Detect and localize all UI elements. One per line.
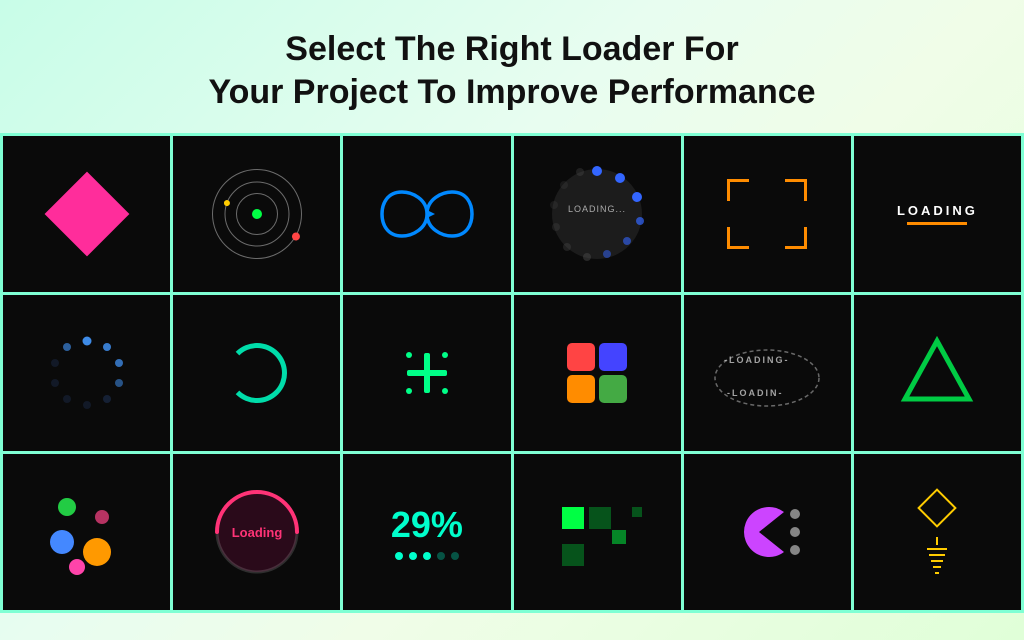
- triangle-loader: [897, 331, 977, 416]
- infinity-loader: [377, 184, 477, 244]
- loader-cell-15[interactable]: 29%: [343, 454, 510, 610]
- percent-dot-3: [423, 552, 431, 560]
- loader-cell-7[interactable]: [3, 295, 170, 451]
- loader-cell-17[interactable]: [684, 454, 851, 610]
- loader-cell-6[interactable]: LOADING: [854, 136, 1021, 292]
- loader-cell-16[interactable]: [514, 454, 681, 610]
- percent-dot-5: [451, 552, 459, 560]
- page-title: Select The Right Loader For Your Project…: [20, 28, 1004, 113]
- loader-cell-9[interactable]: [343, 295, 510, 451]
- green-blocks-loader: [557, 502, 637, 562]
- teal-ring-loader: [227, 343, 287, 403]
- circular-dots-loader: LOADING...: [542, 159, 652, 269]
- loader-cell-5[interactable]: [684, 136, 851, 292]
- sparkle-loader: [387, 333, 467, 413]
- svg-text:LOADING...: LOADING...: [568, 204, 626, 214]
- scattered-dots-loader: [47, 487, 127, 577]
- percent-dots: [391, 552, 463, 560]
- orbit-loader: [207, 164, 307, 264]
- svg-text:-LOADING-: -LOADING-: [724, 355, 790, 365]
- loader-cell-3[interactable]: [343, 136, 510, 292]
- loading-text-loader: LOADING: [897, 203, 978, 225]
- svg-text:Loading: Loading: [231, 525, 282, 540]
- header: Select The Right Loader For Your Project…: [0, 0, 1024, 133]
- loader-grid: LOADING... LOADING: [0, 133, 1024, 613]
- color-cross-loader: [552, 328, 642, 418]
- brackets-loader: [727, 179, 807, 249]
- ghost-dot-3: [790, 545, 800, 555]
- gem-loader: [902, 487, 972, 577]
- loader-cell-1[interactable]: [3, 136, 170, 292]
- pacman-loader: [734, 507, 800, 557]
- orbit-center-dot: [252, 209, 262, 219]
- svg-text:-LOADIN-: -LOADIN-: [727, 388, 784, 398]
- percent-value: 29%: [391, 504, 463, 546]
- loader-cell-14[interactable]: Loading: [173, 454, 340, 610]
- loader-cell-12[interactable]: [854, 295, 1021, 451]
- oval-text-loader: -LOADING- -LOADIN-: [712, 328, 822, 418]
- bracket-br: [785, 227, 807, 249]
- loader-cell-18[interactable]: [854, 454, 1021, 610]
- loader-cell-4[interactable]: LOADING...: [514, 136, 681, 292]
- loader-cell-8[interactable]: [173, 295, 340, 451]
- percent-dot-4: [437, 552, 445, 560]
- loader-cell-2[interactable]: [173, 136, 340, 292]
- bracket-bl: [727, 227, 749, 249]
- dot-ring-loader: [47, 333, 127, 413]
- ghost-dot-2: [790, 527, 800, 537]
- loading-label: LOADING: [897, 203, 978, 218]
- percent-loader: 29%: [391, 504, 463, 560]
- loader-cell-11[interactable]: -LOADING- -LOADIN-: [684, 295, 851, 451]
- loader-cell-13[interactable]: [3, 454, 170, 610]
- bracket-tl: [727, 179, 749, 201]
- percent-dot-1: [395, 552, 403, 560]
- loader-cell-10[interactable]: [514, 295, 681, 451]
- diamond-loader: [44, 172, 129, 257]
- ghost-dot-1: [790, 509, 800, 519]
- loading-progress-bar: [907, 222, 967, 225]
- percent-dot-2: [409, 552, 417, 560]
- loading-circle-loader: Loading: [212, 487, 302, 577]
- bracket-tr: [785, 179, 807, 201]
